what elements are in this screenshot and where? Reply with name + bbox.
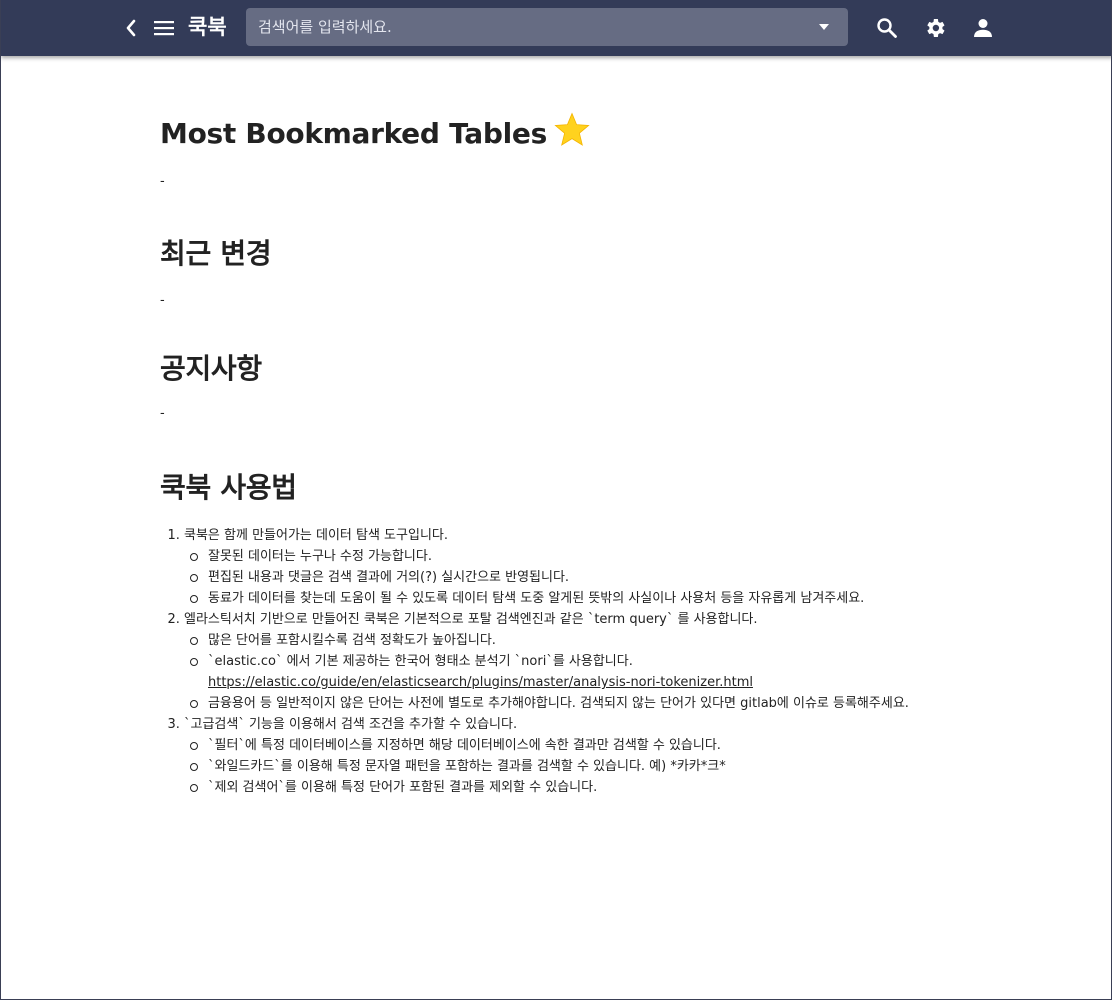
usage-list: 쿡북은 함께 만들어가는 데이터 탐색 도구입니다. 잘못된 데이터는 누구나 … bbox=[160, 525, 980, 798]
usage-guide: 쿡북은 함께 만들어가는 데이터 탐색 도구입니다. 잘못된 데이터는 누구나 … bbox=[160, 525, 980, 798]
list-item: 금융용어 등 일반적이지 않은 단어는 사전에 별도로 추가해야합니다. 검색되… bbox=[190, 693, 980, 714]
hamburger-menu-icon bbox=[154, 21, 174, 36]
sub-list: 잘못된 데이터는 누구나 수정 가능합니다. 편집된 내용과 댓글은 검색 결과… bbox=[184, 546, 980, 609]
list-item: 쿡북은 함께 만들어가는 데이터 탐색 도구입니다. 잘못된 데이터는 누구나 … bbox=[184, 525, 980, 609]
menu-button[interactable] bbox=[151, 14, 177, 42]
usage-heading: 쿡북 사용법 bbox=[160, 471, 297, 504]
app-window: 쿡북 검색어를 입력하세요. Most Bookmarked Tables - … bbox=[0, 0, 1112, 1000]
usage-item-text: `고급검색` 기능을 이용해서 검색 조건을 추가할 수 있습니다. bbox=[184, 717, 518, 732]
bookmarked-tables-title: Most Bookmarked Tables bbox=[160, 117, 547, 150]
usage-subitem-text: `elastic.co` 에서 기본 제공하는 한국어 형태소 분석기 `nor… bbox=[208, 654, 633, 669]
star-icon bbox=[553, 112, 591, 157]
gear-icon bbox=[927, 19, 945, 37]
nori-tokenizer-link[interactable]: https://elastic.co/guide/en/elasticsearc… bbox=[208, 672, 980, 693]
caret-down-icon bbox=[819, 24, 829, 30]
recent-changes-empty: - bbox=[160, 293, 165, 308]
person-icon bbox=[974, 19, 992, 37]
search-icon bbox=[877, 18, 897, 38]
search-button[interactable] bbox=[873, 14, 901, 42]
usage-item-text: 쿡북은 함께 만들어가는 데이터 탐색 도구입니다. bbox=[184, 528, 448, 543]
recent-changes-heading: 최근 변경 bbox=[160, 237, 272, 270]
top-app-bar: 쿡북 bbox=[1, 0, 1111, 56]
list-item: 많은 단어를 포함시킬수록 검색 정확도가 높아집니다. bbox=[190, 630, 980, 651]
notice-heading: 공지사항 bbox=[160, 352, 262, 385]
bookmarked-tables-heading: Most Bookmarked Tables bbox=[160, 112, 591, 157]
settings-button[interactable] bbox=[921, 14, 949, 42]
list-item: 엘라스틱서치 기반으로 만들어진 쿡북은 기본적으로 포탈 검색엔진과 같은 `… bbox=[184, 609, 980, 714]
list-item: `필터`에 특정 데이터베이스를 지정하면 해당 데이터베이스에 속한 결과만 … bbox=[190, 735, 980, 756]
chevron-left-icon bbox=[126, 19, 136, 37]
list-item: 잘못된 데이터는 누구나 수정 가능합니다. bbox=[190, 546, 980, 567]
notice-empty: - bbox=[160, 406, 165, 421]
list-item: 동료가 데이터를 찾는데 도움이 될 수 있도록 데이터 탐색 도중 알게된 뜻… bbox=[190, 588, 980, 609]
back-button[interactable] bbox=[119, 14, 143, 42]
account-button[interactable] bbox=[969, 14, 997, 42]
sub-list: `필터`에 특정 데이터베이스를 지정하면 해당 데이터베이스에 속한 결과만 … bbox=[184, 735, 980, 798]
bookmarked-tables-empty: - bbox=[160, 174, 165, 189]
usage-item-text: 엘라스틱서치 기반으로 만들어진 쿡북은 기본적으로 포탈 검색엔진과 같은 `… bbox=[184, 612, 758, 627]
search-box[interactable] bbox=[246, 8, 848, 46]
search-input[interactable] bbox=[258, 8, 806, 46]
app-title[interactable]: 쿡북 bbox=[188, 10, 227, 44]
list-item: `elastic.co` 에서 기본 제공하는 한국어 형태소 분석기 `nor… bbox=[190, 651, 980, 693]
sub-list: 많은 단어를 포함시킬수록 검색 정확도가 높아집니다. `elastic.co… bbox=[184, 630, 980, 714]
list-item: 편집된 내용과 댓글은 검색 결과에 거의(?) 실시간으로 반영됩니다. bbox=[190, 567, 980, 588]
list-item: `와일드카드`를 이용해 특정 문자열 패턴을 포함하는 결과를 검색할 수 있… bbox=[190, 756, 980, 777]
list-item: `제외 검색어`를 이용해 특정 단어가 포함된 결과를 제외할 수 있습니다. bbox=[190, 777, 980, 798]
list-item: `고급검색` 기능을 이용해서 검색 조건을 추가할 수 있습니다. `필터`에… bbox=[184, 714, 980, 798]
search-options-dropdown[interactable] bbox=[812, 15, 836, 39]
